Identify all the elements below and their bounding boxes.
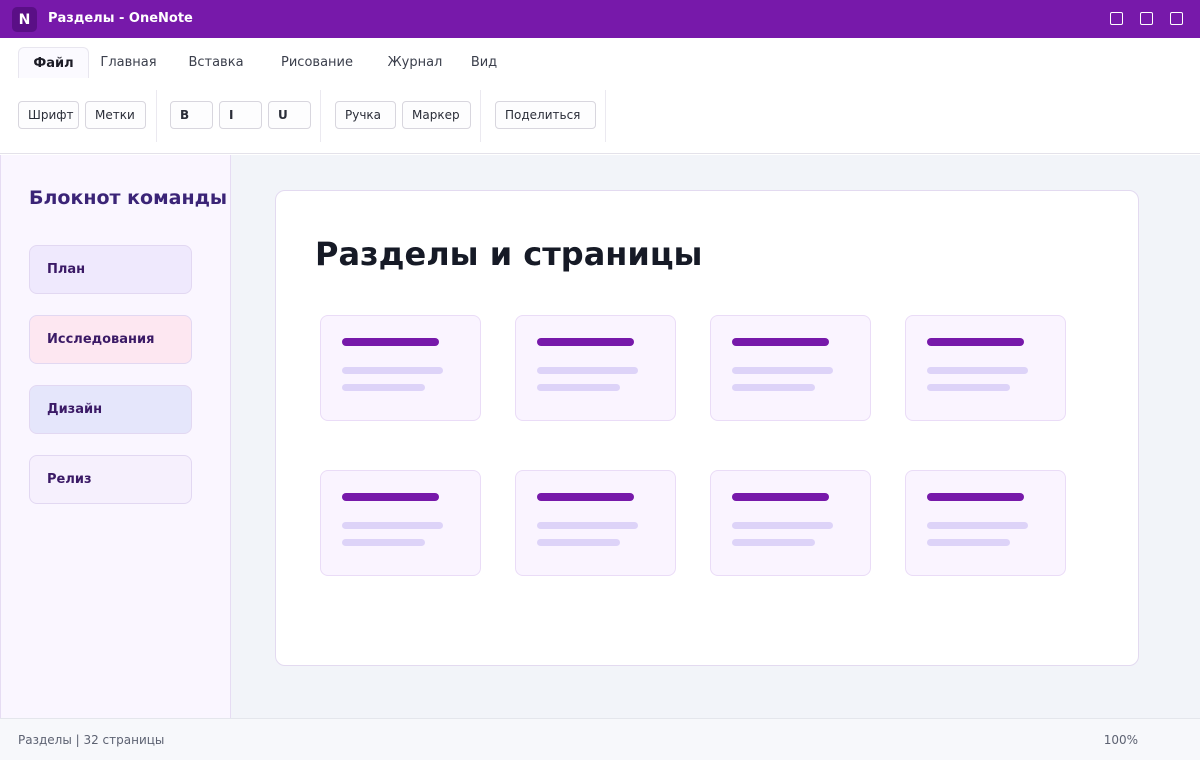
page-card-line-placeholder [732,522,833,529]
ribbon-separator [605,90,606,142]
notebook-sidebar: Блокнот команды План Исследования Дизайн… [0,155,231,718]
font-button[interactable]: Шрифт [18,101,79,129]
notebook-title[interactable]: Блокнот команды [29,187,227,209]
page-card-line-placeholder [732,384,815,391]
page-card-line-placeholder [342,539,425,546]
page-card-line-placeholder [537,367,638,374]
status-text: Разделы | 32 страницы [18,733,165,747]
page-card-title-placeholder [537,493,634,501]
page-card-title-placeholder [342,338,439,346]
page-card-line-placeholder [927,522,1028,529]
status-bar: Разделы | 32 страницы 100% [0,718,1200,760]
tab-history[interactable]: Журнал [387,47,443,78]
close-icon[interactable] [1170,12,1183,25]
page-card-line-placeholder [537,539,620,546]
ribbon-commands: Шрифт Метки B I U Ручка Маркер Поделитьс… [0,88,1200,154]
section-plan[interactable]: План [29,245,192,294]
page-card[interactable] [905,470,1066,576]
tags-button[interactable]: Метки [85,101,146,129]
page-card[interactable] [905,315,1066,421]
main-area: Разделы и страницы [231,155,1200,718]
page-card-line-placeholder [927,539,1010,546]
page-canvas: Разделы и страницы [275,190,1139,666]
page-card-line-placeholder [927,384,1010,391]
page-card-line-placeholder [732,539,815,546]
page-card-title-placeholder [927,338,1024,346]
page-card-line-placeholder [342,367,443,374]
page-card[interactable] [515,315,676,421]
bold-button[interactable]: B [170,101,213,129]
page-card-title-placeholder [732,338,829,346]
page-card[interactable] [515,470,676,576]
zoom-level[interactable]: 100% [1104,733,1138,747]
section-release[interactable]: Релиз [29,455,192,504]
page-card-line-placeholder [732,367,833,374]
page-card-title-placeholder [342,493,439,501]
tab-insert[interactable]: Вставка [188,47,244,78]
page-card-title-placeholder [537,338,634,346]
page-heading: Разделы и страницы [315,235,703,273]
page-card-line-placeholder [342,384,425,391]
page-card-line-placeholder [927,367,1028,374]
underline-button[interactable]: U [268,101,311,129]
onenote-app-icon: N [12,7,37,32]
italic-button[interactable]: I [219,101,262,129]
page-card[interactable] [320,315,481,421]
section-design[interactable]: Дизайн [29,385,192,434]
tab-file[interactable]: Файл [18,47,89,78]
page-card-title-placeholder [732,493,829,501]
tab-view[interactable]: Вид [469,47,499,78]
page-card[interactable] [710,315,871,421]
page-card-line-placeholder [537,384,620,391]
ribbon-tabs: Файл Главная Вставка Рисование Журнал Ви… [0,38,1200,88]
page-card-line-placeholder [537,522,638,529]
ribbon-separator [480,90,481,142]
page-card[interactable] [710,470,871,576]
tab-draw[interactable]: Рисование [279,47,355,78]
window-title: Разделы - OneNote [48,11,193,26]
share-button[interactable]: Поделиться [495,101,596,129]
page-card[interactable] [320,470,481,576]
ribbon-separator [320,90,321,142]
marker-button[interactable]: Маркер [402,101,471,129]
tab-home[interactable]: Главная [98,47,159,78]
section-research[interactable]: Исследования [29,315,192,364]
maximize-icon[interactable] [1140,12,1153,25]
page-card-line-placeholder [342,522,443,529]
ribbon-separator [156,90,157,142]
pen-button[interactable]: Ручка [335,101,396,129]
title-bar: N Разделы - OneNote [0,0,1200,38]
minimize-icon[interactable] [1110,12,1123,25]
page-card-title-placeholder [927,493,1024,501]
